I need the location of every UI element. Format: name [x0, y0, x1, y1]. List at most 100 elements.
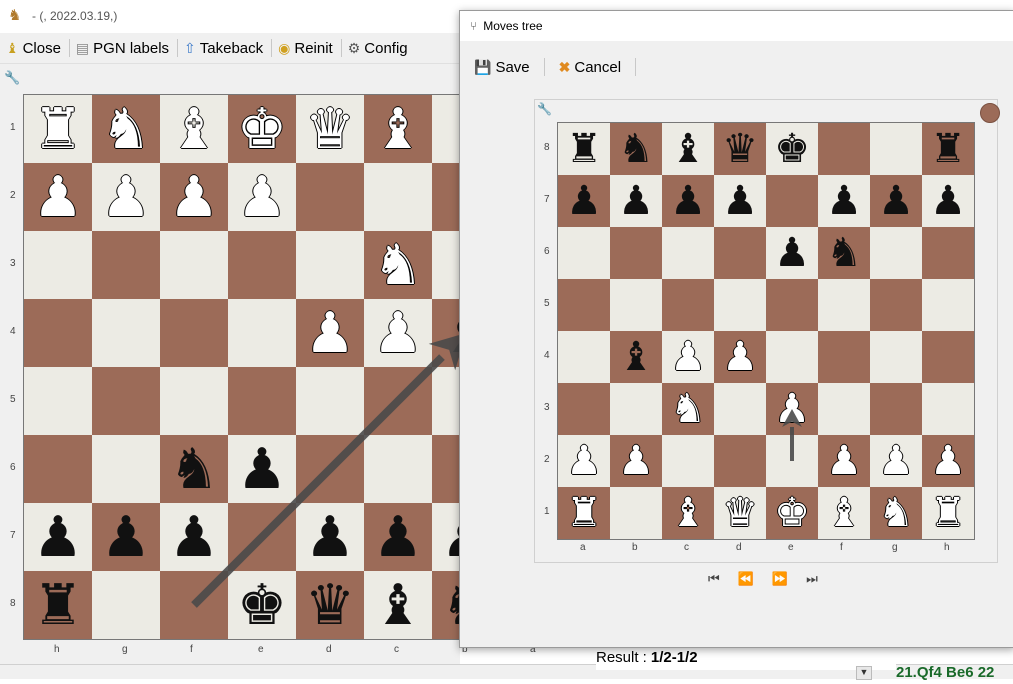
board-square-g6[interactable] [870, 227, 922, 279]
board-square-d6[interactable] [296, 435, 364, 503]
board-square-e3[interactable]: ♟ [766, 383, 818, 435]
board-square-d2[interactable] [296, 163, 364, 231]
black-bishop-icon[interactable]: ♝ [670, 129, 706, 169]
black-pawn-icon[interactable]: ♟ [33, 509, 83, 565]
next-move-button[interactable]: ⏩ [772, 571, 788, 587]
board-square-d7[interactable]: ♟ [714, 175, 766, 227]
wrench-icon[interactable]: 🔧 [4, 70, 20, 86]
board-square-c1[interactable]: ♝ [662, 487, 714, 539]
board-square-a8[interactable]: ♜ [558, 123, 610, 175]
black-bishop-icon[interactable]: ♝ [618, 337, 654, 377]
board-square-c6[interactable] [364, 435, 432, 503]
board-square-g2[interactable]: ♟ [92, 163, 160, 231]
pgn-labels-button[interactable]: ▤ PGN labels [76, 40, 169, 57]
board-square-c8[interactable]: ♝ [662, 123, 714, 175]
board-square-f2[interactable]: ♟ [160, 163, 228, 231]
white-pawn-icon[interactable]: ♟ [101, 169, 151, 225]
white-queen-icon[interactable]: ♛ [305, 101, 355, 157]
wrench-icon[interactable]: 🔧 [537, 102, 552, 116]
board-square-f1[interactable]: ♝ [818, 487, 870, 539]
board-square-c5[interactable] [364, 367, 432, 435]
board-square-g7[interactable]: ♟ [870, 175, 922, 227]
black-bishop-icon[interactable]: ♝ [373, 577, 423, 633]
board-square-h2[interactable]: ♟ [24, 163, 92, 231]
black-queen-icon[interactable]: ♛ [305, 577, 355, 633]
black-pawn-icon[interactable]: ♟ [169, 509, 219, 565]
board-square-e1[interactable]: ♚ [228, 95, 296, 163]
board-square-f8[interactable] [818, 123, 870, 175]
white-pawn-icon[interactable]: ♟ [305, 305, 355, 361]
black-pawn-icon[interactable]: ♟ [826, 181, 862, 221]
black-rook-icon[interactable]: ♜ [566, 129, 602, 169]
white-knight-icon[interactable]: ♞ [878, 493, 914, 533]
board-square-c7[interactable]: ♟ [662, 175, 714, 227]
board-square-h6[interactable] [922, 227, 974, 279]
board-square-f4[interactable] [818, 331, 870, 383]
board-square-g3[interactable] [870, 383, 922, 435]
reinit-button[interactable]: ◉ Reinit [278, 40, 333, 57]
board-square-b4[interactable]: ♝ [610, 331, 662, 383]
board-square-b3[interactable] [610, 383, 662, 435]
white-pawn-icon[interactable]: ♟ [169, 169, 219, 225]
board-square-e7[interactable] [228, 503, 296, 571]
board-square-g4[interactable] [870, 331, 922, 383]
white-pawn-icon[interactable]: ♟ [774, 389, 810, 429]
black-knight-icon[interactable]: ♞ [826, 233, 862, 273]
black-pawn-icon[interactable]: ♟ [618, 181, 654, 221]
board-square-b1[interactable] [610, 487, 662, 539]
board-square-d2[interactable] [714, 435, 766, 487]
board-square-d8[interactable]: ♛ [714, 123, 766, 175]
board-square-b6[interactable] [610, 227, 662, 279]
board-square-h8[interactable]: ♜ [922, 123, 974, 175]
board-square-d8[interactable]: ♛ [296, 571, 364, 639]
board-square-c2[interactable] [662, 435, 714, 487]
board-square-c2[interactable] [364, 163, 432, 231]
board-square-e4[interactable] [228, 299, 296, 367]
board-square-h2[interactable]: ♟ [922, 435, 974, 487]
white-bishop-icon[interactable]: ♝ [169, 101, 219, 157]
board-square-f6[interactable]: ♞ [160, 435, 228, 503]
white-pawn-icon[interactable]: ♟ [670, 337, 706, 377]
board-square-c5[interactable] [662, 279, 714, 331]
white-pawn-icon[interactable]: ♟ [930, 441, 966, 481]
black-pawn-icon[interactable]: ♟ [237, 441, 287, 497]
white-king-icon[interactable]: ♚ [774, 493, 810, 533]
white-pawn-icon[interactable]: ♟ [878, 441, 914, 481]
board-square-a6[interactable] [558, 227, 610, 279]
board-square-f1[interactable]: ♝ [160, 95, 228, 163]
white-bishop-icon[interactable]: ♝ [670, 493, 706, 533]
board-square-g5[interactable] [870, 279, 922, 331]
board-square-a2[interactable]: ♟ [558, 435, 610, 487]
white-knight-icon[interactable]: ♞ [101, 101, 151, 157]
board-square-c7[interactable]: ♟ [364, 503, 432, 571]
white-pawn-icon[interactable]: ♟ [618, 441, 654, 481]
board-square-e8[interactable]: ♚ [228, 571, 296, 639]
board-square-f7[interactable]: ♟ [818, 175, 870, 227]
white-pawn-icon[interactable]: ♟ [722, 337, 758, 377]
black-pawn-icon[interactable]: ♟ [373, 509, 423, 565]
board-square-g3[interactable] [92, 231, 160, 299]
board-square-f7[interactable]: ♟ [160, 503, 228, 571]
white-pawn-icon[interactable]: ♟ [237, 169, 287, 225]
white-bishop-icon[interactable]: ♝ [373, 101, 423, 157]
board-square-c1[interactable]: ♝ [364, 95, 432, 163]
board-square-g2[interactable]: ♟ [870, 435, 922, 487]
board-square-g1[interactable]: ♞ [870, 487, 922, 539]
board-square-c6[interactable] [662, 227, 714, 279]
board-square-b5[interactable] [610, 279, 662, 331]
black-pawn-icon[interactable]: ♟ [722, 181, 758, 221]
black-pawn-icon[interactable]: ♟ [670, 181, 706, 221]
board-square-d6[interactable] [714, 227, 766, 279]
board-square-f3[interactable] [818, 383, 870, 435]
board-square-e8[interactable]: ♚ [766, 123, 818, 175]
board-square-h3[interactable] [24, 231, 92, 299]
board-square-g1[interactable]: ♞ [92, 95, 160, 163]
black-pawn-icon[interactable]: ♟ [566, 181, 602, 221]
takeback-button[interactable]: ⇧ Takeback [184, 40, 263, 57]
black-rook-icon[interactable]: ♜ [930, 129, 966, 169]
board-square-d1[interactable]: ♛ [296, 95, 364, 163]
board-square-f4[interactable] [160, 299, 228, 367]
board-square-e1[interactable]: ♚ [766, 487, 818, 539]
close-button[interactable]: ♝ Close [6, 40, 61, 57]
board-square-e2[interactable]: ♟ [228, 163, 296, 231]
